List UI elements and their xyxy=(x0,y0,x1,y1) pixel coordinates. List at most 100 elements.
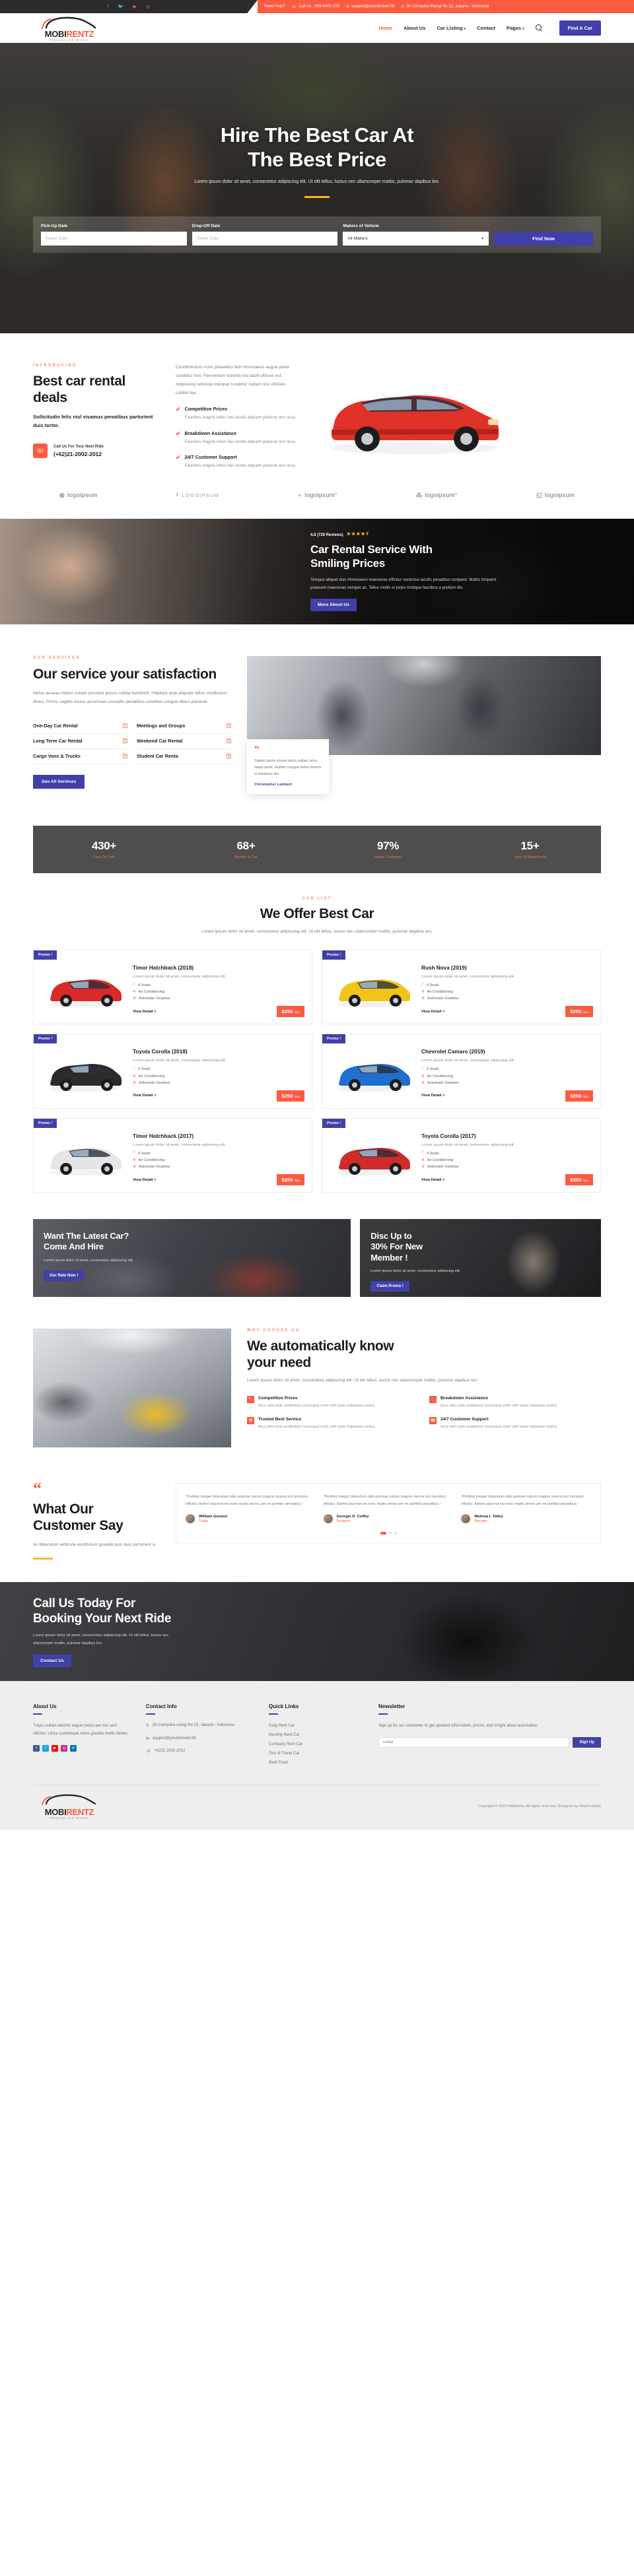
top-bar-contact: Need Help? ☏ Call Us : 888-5400-234 ✉ su… xyxy=(258,0,634,13)
twitter-icon[interactable]: 🐦 xyxy=(118,5,124,9)
facebook-icon[interactable]: f xyxy=(108,5,109,9)
view-detail-link[interactable]: View Detail > xyxy=(133,1010,157,1014)
email-contact[interactable]: ✉ support@yourdomain.tld xyxy=(346,5,395,9)
view-detail-link[interactable]: View Detail > xyxy=(133,1178,157,1182)
makers-select[interactable]: All Makers ▼ xyxy=(343,232,489,246)
footer-brand-logo[interactable]: MOBIRENTZ PREMIUM CAR RENTAL xyxy=(33,1793,106,1820)
call-us-block[interactable]: ☏ Call Us For Your Next Ride (+62)21-200… xyxy=(33,444,158,459)
stat-label: Brands of Car xyxy=(234,855,258,859)
email-text: support@yourdomain.tld xyxy=(351,5,395,9)
why-item-title: Competitive Prices xyxy=(258,1396,298,1401)
testimonial-text: "Porttitor integer bibendum odio pulvina… xyxy=(186,1495,308,1506)
cta-paragraph: Lorem ipsum dolor sit amet, consectetur … xyxy=(33,1634,169,1645)
footer-link-tour-travel-car[interactable]: Tour & Travel Car xyxy=(269,1750,361,1759)
chevron-down-icon: ▼ xyxy=(481,236,485,241)
services-paragraph: Netus aenean metus nullam posuere ipsum … xyxy=(33,691,227,704)
why-item-text: Arcu odio nulla vestibulum consequat eni… xyxy=(258,1404,376,1408)
service-item-cargo[interactable]: Cargo Vans & Trucks + xyxy=(33,749,127,764)
find-a-car-button[interactable]: Find A Car xyxy=(559,20,601,36)
contact-us-button[interactable]: Contact Us xyxy=(33,1654,71,1667)
dropoff-date-input[interactable] xyxy=(192,232,338,246)
car-card[interactable]: Promo ! Toyota Corolla (2018) Lorem ipsum … xyxy=(33,1034,312,1109)
carousel-dot-3[interactable] xyxy=(394,1532,397,1535)
avatar xyxy=(323,1514,333,1524)
deals-paragraph: Condimentum nunc phasellus felis himenae… xyxy=(176,365,289,395)
footer-newsletter-column: Newsletter Sign up for our newsletter to… xyxy=(378,1703,601,1767)
car-card[interactable]: Promo ! Rush Nova (2019) Lorem ipsum dolor… xyxy=(322,949,601,1025)
plus-icon: + xyxy=(227,754,231,759)
footer-link-rent-truck[interactable]: Rent Truck xyxy=(269,1759,361,1768)
instagram-icon[interactable]: ◎ xyxy=(61,1745,67,1752)
car-price: $250/day xyxy=(565,1006,593,1018)
service-item-long-term[interactable]: Long Term Car Rental + xyxy=(33,734,127,749)
testimonial-name: Melissa I. Talley xyxy=(474,1514,503,1519)
service-item-weekend[interactable]: Weekend Car Rental + xyxy=(137,734,231,749)
search-icon[interactable] xyxy=(535,24,543,32)
nav-item-car-listing[interactable]: Car Listing ▾ xyxy=(437,25,466,31)
more-about-us-button[interactable]: More About Us xyxy=(310,599,357,612)
car-card[interactable]: Promo ! Chevrolet Camaro (2019) Lorem ipsu… xyxy=(322,1034,601,1109)
why-item-title: 24/7 Customer Support xyxy=(440,1417,489,1422)
testimonials-divider xyxy=(33,1558,53,1560)
view-detail-link[interactable]: View Detail > xyxy=(421,1178,445,1182)
car-name: Timor Hatchback (2017) xyxy=(133,1133,194,1139)
car-card[interactable]: Promo ! Toyota Corolla (2017) Lorem ipsum … xyxy=(322,1117,601,1193)
view-detail-link[interactable]: View Detail > xyxy=(421,1010,445,1014)
footer-link-company-rent-car[interactable]: Company Rent Car xyxy=(269,1740,361,1750)
see-all-services-button[interactable]: See All Services xyxy=(33,774,85,789)
newsletter-signup-button[interactable]: Sign Up xyxy=(573,1737,601,1748)
phone-contact[interactable]: ☏ Call Us : 888-5400-234 xyxy=(292,5,339,9)
service-item-student[interactable]: Student Car Renta + xyxy=(137,749,231,764)
footer-quicklinks-column: Quick Links Daily Rent Car Monthly Rent … xyxy=(269,1703,361,1767)
footer-about-column: About Us Turpis nullam lobortis augue me… xyxy=(33,1703,129,1767)
car-price: $250/day xyxy=(277,1090,304,1102)
deal-feature-title: 24/7 Customer Support xyxy=(184,453,237,460)
phone-text: Call Us : 888-5400-234 xyxy=(299,5,339,9)
nav-item-home[interactable]: Home xyxy=(378,25,392,31)
newsletter-email-input[interactable] xyxy=(378,1737,570,1748)
nav-item-contact[interactable]: Contact xyxy=(477,25,495,31)
nav-item-about-us[interactable]: About Us xyxy=(404,25,425,31)
twitter-icon[interactable]: t xyxy=(42,1745,49,1752)
view-detail-link[interactable]: View Detail > xyxy=(421,1094,445,1098)
claim-promo-button[interactable]: Claim Promo ! xyxy=(370,1280,409,1292)
logo-glyph-icon: ◱ xyxy=(536,491,542,498)
top-bar: f 🐦 ▶ ◎ Need Help? ☏ Call Us : 888-5400-… xyxy=(0,0,634,13)
youtube-icon[interactable]: ▶ xyxy=(52,1745,58,1752)
footer-newsletter-title: Newsletter xyxy=(378,1703,405,1709)
pickup-date-input[interactable] xyxy=(41,232,187,246)
view-detail-link[interactable]: View Detail > xyxy=(133,1094,157,1098)
stat-label: Years of Experience xyxy=(513,855,547,859)
service-item-one-day[interactable]: One-Day Car Rental + xyxy=(33,719,127,734)
instagram-icon[interactable]: ◎ xyxy=(146,5,150,9)
best-deals-section: INTRODUCING Best car rental deals Sollic… xyxy=(33,333,601,519)
carousel-dot-2[interactable] xyxy=(388,1532,392,1535)
car-card[interactable]: Promo ! Timor Hatchback (2018) Lorem ipsum… xyxy=(33,949,312,1025)
wrench-icon: 🔧 xyxy=(429,1396,437,1404)
facebook-icon[interactable]: f xyxy=(33,1745,40,1752)
know-paragraph: Lorem ipsum dolor sit amet, consectetur … xyxy=(247,1378,478,1383)
car-spec-gearbox: ⚙ Automatic Gearbox xyxy=(133,997,170,1001)
shield-icon: 🛡 xyxy=(247,1417,254,1425)
nav-item-pages[interactable]: Pages ▾ xyxy=(507,25,524,31)
stat-number: 97% xyxy=(376,839,400,852)
why-item-title: Trusted Best Service xyxy=(258,1417,302,1422)
brand-logo[interactable]: MOBIRENTZ PREMIUM CAR RENTAL xyxy=(33,15,106,42)
check-icon: ✔ xyxy=(176,406,181,413)
find-now-button[interactable]: Find Now xyxy=(494,232,594,246)
footer-phone[interactable]: ☏ +6221 2002 2012 xyxy=(146,1748,252,1756)
service-item-meetings[interactable]: Meetings and Groups + xyxy=(137,719,231,734)
footer-socials: f t ▶ ◎ in xyxy=(33,1745,129,1752)
carousel-dot-1[interactable] xyxy=(380,1532,386,1535)
footer-link-monthly-rent-car[interactable]: Monthly Rent Car xyxy=(269,1731,361,1740)
pickup-date-field: Pick-Up Date xyxy=(41,224,187,246)
deal-feature-title: Breakdown Assistance xyxy=(184,430,236,436)
smiling-title-line1: Car Rental Service With xyxy=(310,543,433,556)
promo-banner-latest-car: Want The Latest Car? Come And Hire Lorem … xyxy=(33,1219,351,1298)
car-card[interactable]: Promo ! Timor Hatchback (2017) Lorem ipsum… xyxy=(33,1117,312,1193)
linkedin-icon[interactable]: in xyxy=(70,1745,77,1752)
footer-email[interactable]: ✉ support@yourdomain.tld xyxy=(146,1735,252,1743)
our-rate-now-button[interactable]: Our Rate Now ! xyxy=(44,1270,85,1281)
footer-link-daily-rent-car[interactable]: Daily Rent Car xyxy=(269,1722,361,1731)
youtube-icon[interactable]: ▶ xyxy=(133,5,137,9)
